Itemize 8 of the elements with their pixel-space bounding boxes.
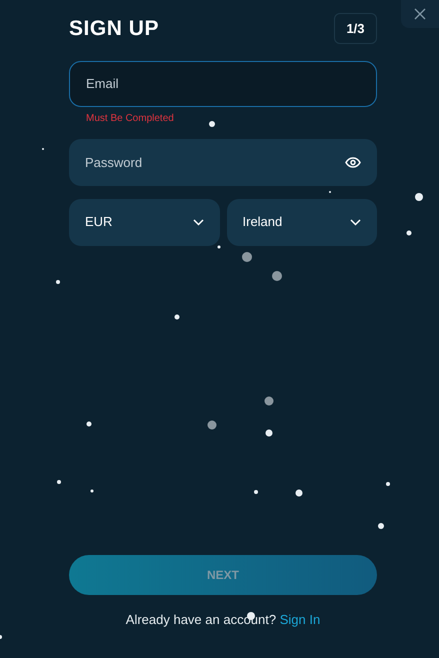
email-field[interactable]: Email bbox=[69, 60, 377, 106]
title: SIGN UP bbox=[69, 16, 160, 42]
dropdown[interactable]: Ireland bbox=[226, 198, 377, 246]
step-counter: 1/3 bbox=[334, 13, 377, 44]
sign-in-link[interactable]: Sign In bbox=[280, 612, 320, 626]
dropdown[interactable]: EUR bbox=[69, 198, 220, 246]
error-message: Must Be Completed bbox=[86, 112, 175, 126]
password-field[interactable]: Password bbox=[69, 138, 377, 186]
